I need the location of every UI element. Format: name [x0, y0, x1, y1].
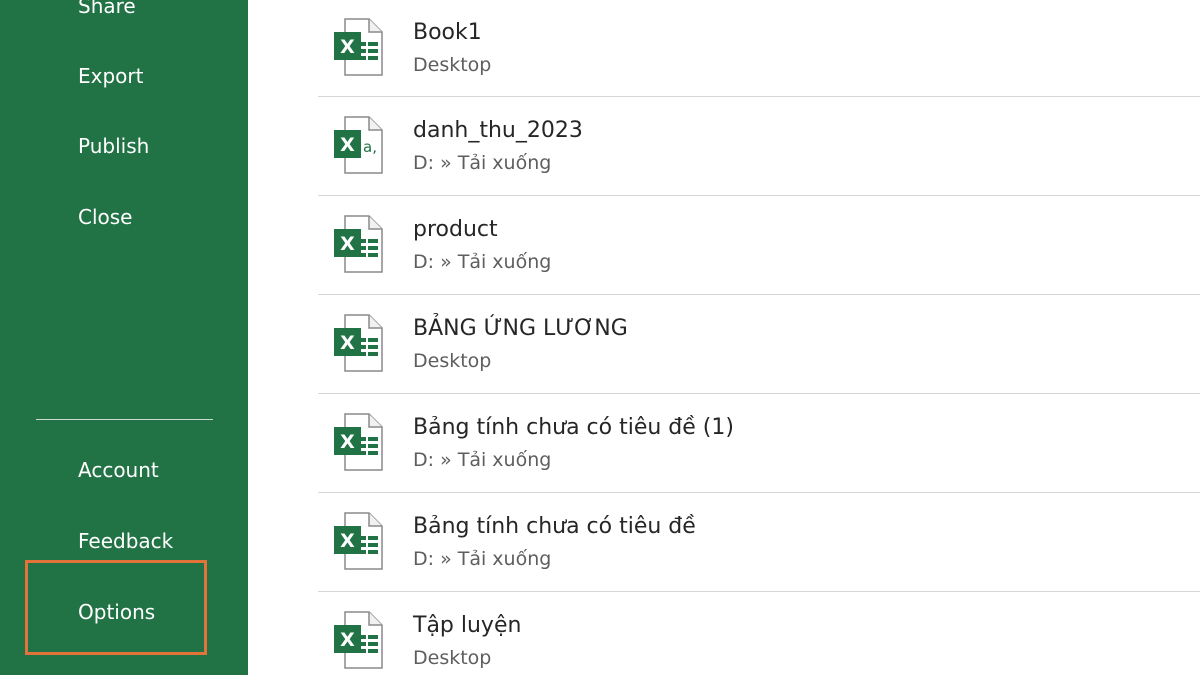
- excel-workbook-icon: X: [334, 512, 383, 570]
- sidebar-item-publish[interactable]: Publish: [78, 133, 149, 159]
- svg-text:X: X: [340, 134, 355, 156]
- excel-csv-icon: a, X: [334, 116, 383, 174]
- file-name: Bảng tính chưa có tiêu đề (1): [413, 415, 734, 440]
- file-path: D: » Tải xuống: [413, 152, 552, 174]
- sidebar-item-share[interactable]: Share: [78, 0, 136, 19]
- recent-files-list: X Book1 Desktop a, X danh_thu_2023 D: » …: [318, 0, 1200, 675]
- sidebar-divider: [36, 419, 213, 420]
- svg-text:X: X: [340, 233, 355, 255]
- backstage-sidebar: Share Export Publish Close Account Feedb…: [0, 0, 248, 675]
- sidebar-item-account[interactable]: Account: [78, 457, 159, 483]
- file-name: BẢNG ỨNG LƯƠNG: [413, 316, 628, 341]
- sidebar-item-options[interactable]: Options: [78, 599, 155, 625]
- excel-workbook-icon: X: [334, 413, 383, 471]
- svg-text:X: X: [340, 629, 355, 651]
- file-path: D: » Tải xuống: [413, 251, 552, 273]
- svg-text:X: X: [340, 431, 355, 453]
- svg-text:a,: a,: [363, 138, 377, 156]
- excel-workbook-icon: X: [334, 611, 383, 669]
- file-name: product: [413, 217, 498, 242]
- file-path: D: » Tải xuống: [413, 449, 552, 471]
- svg-text:X: X: [340, 36, 355, 58]
- recent-file-item[interactable]: a, X danh_thu_2023 D: » Tải xuống: [318, 97, 1200, 196]
- file-path: D: » Tải xuống: [413, 548, 552, 570]
- recent-file-item[interactable]: X Bảng tính chưa có tiêu đề (1) D: » Tải…: [318, 394, 1200, 493]
- file-name: danh_thu_2023: [413, 118, 583, 143]
- file-name: Book1: [413, 20, 482, 45]
- excel-workbook-icon: X: [334, 215, 383, 273]
- excel-workbook-icon: X: [334, 18, 383, 76]
- file-path: Desktop: [413, 350, 492, 372]
- file-name: Bảng tính chưa có tiêu đề: [413, 514, 696, 539]
- recent-file-item[interactable]: X BẢNG ỨNG LƯƠNG Desktop: [318, 295, 1200, 394]
- svg-text:X: X: [340, 332, 355, 354]
- sidebar-item-close[interactable]: Close: [78, 204, 132, 230]
- file-name: Tập luyện: [413, 613, 522, 638]
- sidebar-item-feedback[interactable]: Feedback: [78, 528, 173, 554]
- recent-file-item[interactable]: X Bảng tính chưa có tiêu đề D: » Tải xuố…: [318, 493, 1200, 592]
- recent-file-item[interactable]: X product D: » Tải xuống: [318, 196, 1200, 295]
- sidebar-item-export[interactable]: Export: [78, 63, 143, 89]
- recent-file-item[interactable]: X Tập luyện Desktop: [318, 592, 1200, 675]
- excel-workbook-icon: X: [334, 314, 383, 372]
- recent-file-item[interactable]: X Book1 Desktop: [318, 0, 1200, 97]
- file-path: Desktop: [413, 647, 492, 669]
- svg-text:X: X: [340, 530, 355, 552]
- file-path: Desktop: [413, 54, 492, 76]
- excel-backstage: Share Export Publish Close Account Feedb…: [0, 0, 1200, 675]
- recent-files-panel: X Book1 Desktop a, X danh_thu_2023 D: » …: [248, 0, 1200, 675]
